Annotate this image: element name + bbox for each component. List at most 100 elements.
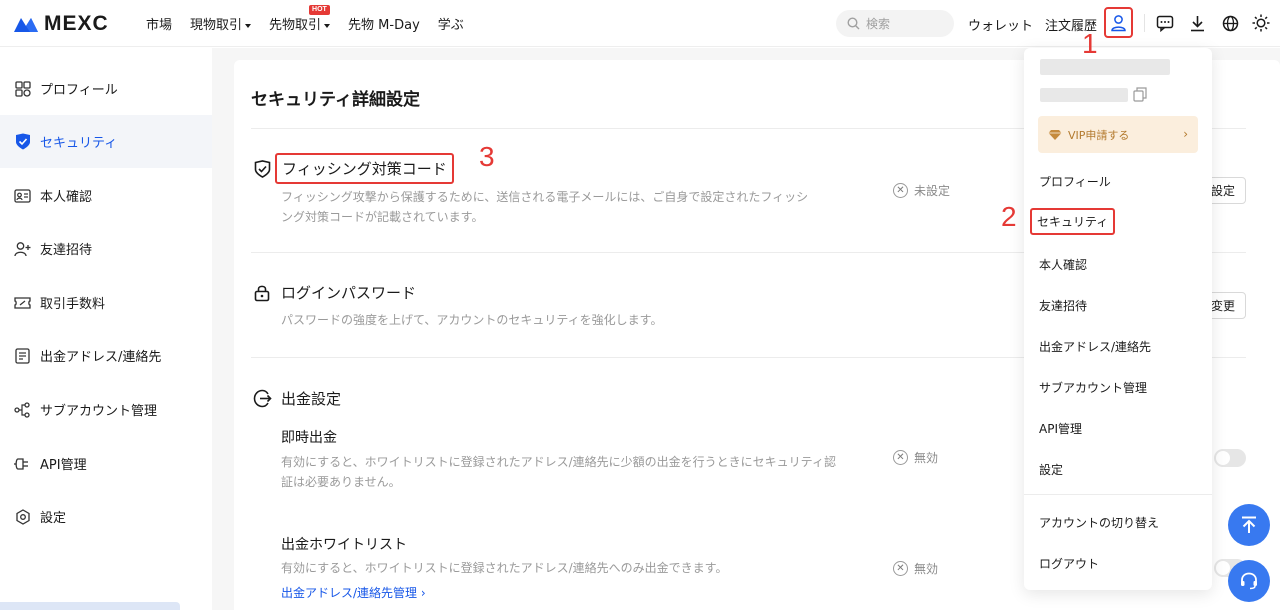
lock-icon <box>252 283 272 303</box>
annotation-step-2: 2 <box>1001 201 1017 232</box>
menu-item-referral[interactable]: 友達招待 <box>1039 297 1087 314</box>
fee-ticket-icon <box>14 294 31 311</box>
menu-item-verification[interactable]: 本人確認 <box>1039 256 1087 273</box>
sidebar-item-verification[interactable]: 本人確認 <box>0 169 212 222</box>
sidebar-item-label: プロフィール <box>40 83 118 98</box>
shield-check-outline-icon <box>252 159 272 179</box>
menu-item-api[interactable]: API管理 <box>1039 420 1082 437</box>
wallet-link[interactable]: ウォレット <box>968 15 1033 34</box>
withdrawal-settings-title: 出金設定 <box>281 390 342 408</box>
menu-item-logout[interactable]: ログアウト <box>1039 555 1099 572</box>
close-circle-icon: ✕ <box>893 450 908 465</box>
sidebar-item-referral[interactable]: 友達招待 <box>0 222 212 275</box>
sidebar-item-fees[interactable]: 取引手数料 <box>0 276 212 329</box>
menu-divider <box>1024 494 1212 495</box>
caret-down-icon <box>324 23 331 28</box>
desc-line: 有効にすると、ホワイトリストに登録されたアドレス/連絡先に少額の出金を行うときに… <box>281 455 836 469</box>
manage-addresses-link[interactable]: 出金アドレス/連絡先管理 › <box>281 584 426 601</box>
shield-check-icon <box>14 133 31 150</box>
diamond-icon <box>1048 129 1062 140</box>
annotation-step-1: 1 <box>1082 28 1098 59</box>
page-title: セキュリティ詳細設定 <box>251 90 420 110</box>
sidebar-item-label: 友達招待 <box>40 243 93 258</box>
download-icon <box>1190 15 1204 31</box>
phishing-code-title: フィッシング対策コード <box>275 153 454 184</box>
status-bar-fragment <box>0 602 180 610</box>
nav-mday[interactable]: 先物 M-Day <box>348 14 420 33</box>
sidebar-item-label: 本人確認 <box>40 190 93 205</box>
theme-toggle-button[interactable] <box>1251 13 1271 33</box>
nav-futures[interactable]: HOT 先物取引 <box>269 5 331 33</box>
mexc-logo[interactable]: MEXC <box>12 12 109 36</box>
vip-apply-banner[interactable]: VIP申請する › <box>1038 116 1198 153</box>
sidebar-item-label: 出金アドレス/連絡先 <box>40 350 162 365</box>
instant-withdrawal-description: 有効にすると、ホワイトリストに登録されたアドレス/連絡先に少額の出金を行うときに… <box>281 452 871 492</box>
withdrawal-whitelist-description: 有効にすると、ホワイトリストに登録されたアドレス/連絡先へのみ出金できます。 <box>281 561 728 575</box>
settings-hex-icon <box>14 508 31 525</box>
menu-item-profile[interactable]: プロフィール <box>1039 173 1111 190</box>
profile-grid-icon <box>14 80 31 97</box>
brand-name: MEXC <box>44 12 109 35</box>
search-icon <box>847 17 860 30</box>
language-button[interactable] <box>1220 13 1240 33</box>
menu-item-settings[interactable]: 設定 <box>1039 461 1063 478</box>
menu-item-security[interactable]: セキュリティ <box>1030 208 1116 235</box>
headset-icon <box>1241 572 1257 590</box>
download-button[interactable] <box>1187 13 1207 33</box>
sidebar-item-security[interactable]: セキュリティ <box>0 115 212 168</box>
login-password-description: パスワードの強度を上げて、アカウントのセキュリティを強化します。 <box>281 313 663 327</box>
user-icon <box>1111 14 1126 31</box>
back-to-top-button[interactable] <box>1228 504 1270 546</box>
chevron-right-icon: › <box>1183 127 1188 141</box>
mexc-logo-icon <box>14 18 38 32</box>
login-password-title: ログインパスワード <box>281 284 417 302</box>
nav-spot[interactable]: 現物取引 <box>190 14 252 33</box>
address-book-icon <box>14 347 31 364</box>
instant-withdrawal-status: ✕ 無効 <box>893 449 938 466</box>
caret-down-icon <box>245 23 252 28</box>
sidebar-item-subaccounts[interactable]: サブアカウント管理 <box>0 383 212 436</box>
phishing-status: ✕ 未設定 <box>893 182 950 199</box>
nav-markets[interactable]: 市場 <box>146 14 172 33</box>
menu-item-subaccounts[interactable]: サブアカウント管理 <box>1039 379 1147 396</box>
nav-learn[interactable]: 学ぶ <box>438 14 464 33</box>
chat-button[interactable] <box>1155 13 1175 33</box>
nav-mday-label: 先物 M-Day <box>348 18 420 33</box>
phishing-code-description: フィッシング攻撃から保護するために、送信される電子メールには、ご自身で設定された… <box>281 187 861 227</box>
desc-line: 証は必要ありません。 <box>281 475 401 489</box>
button-label: 設定 <box>1210 184 1235 198</box>
support-chat-button[interactable] <box>1228 560 1270 602</box>
sidebar-item-api[interactable]: API管理 <box>0 437 212 490</box>
nav-spot-label: 現物取引 <box>190 18 243 33</box>
sidebar-item-addresses[interactable]: 出金アドレス/連絡先 <box>0 329 212 382</box>
main-nav: 市場 現物取引 HOT 先物取引 先物 M-Day 学ぶ <box>146 5 482 33</box>
copy-icon[interactable] <box>1133 87 1147 106</box>
nav-learn-label: 学ぶ <box>437 18 464 33</box>
sidebar-item-profile[interactable]: プロフィール <box>0 62 212 115</box>
menu-item-switch-account[interactable]: アカウントの切り替え <box>1039 514 1159 531</box>
user-menu-button[interactable] <box>1104 7 1133 38</box>
sub-account-icon <box>14 401 31 418</box>
header-divider <box>1144 14 1145 32</box>
chat-icon <box>1156 15 1174 32</box>
menu-item-addresses[interactable]: 出金アドレス/連絡先 <box>1039 338 1151 355</box>
sidebar-item-label: 取引手数料 <box>40 297 106 312</box>
sidebar-item-label: セキュリティ <box>40 136 118 151</box>
sidebar-item-label: 設定 <box>40 511 67 526</box>
sun-icon <box>1252 14 1270 32</box>
hot-badge: HOT <box>309 5 330 15</box>
sidebar-item-settings[interactable]: 設定 <box>0 490 212 543</box>
search-placeholder: 検索 <box>866 17 891 31</box>
instant-withdrawal-toggle[interactable] <box>1214 449 1246 467</box>
id-card-icon <box>14 187 31 204</box>
withdrawal-whitelist-status: ✕ 無効 <box>893 560 938 577</box>
desc-line: フィッシング攻撃から保護するために、送信される電子メールには、ご自身で設定された… <box>281 190 809 204</box>
search-input[interactable]: 検索 <box>836 10 954 37</box>
status-text: 無効 <box>914 562 939 576</box>
instant-withdrawal-title: 即時出金 <box>281 430 337 446</box>
vip-label: VIP申請する <box>1068 128 1130 142</box>
withdrawal-whitelist-title: 出金ホワイトリスト <box>281 537 407 553</box>
nav-markets-label: 市場 <box>146 18 173 33</box>
status-text: 無効 <box>914 451 939 465</box>
sidebar-item-label: API管理 <box>40 458 87 473</box>
